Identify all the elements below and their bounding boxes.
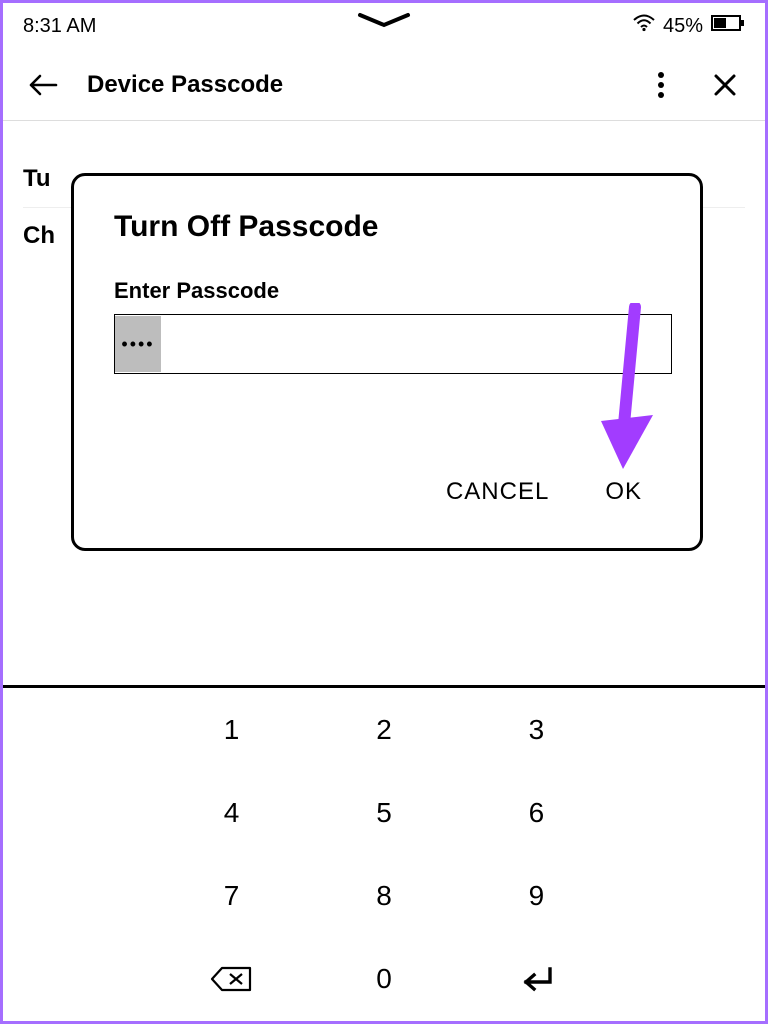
close-button[interactable] [707, 67, 743, 103]
cancel-button[interactable]: CANCEL [446, 478, 549, 506]
header-actions [643, 67, 743, 103]
ok-button[interactable]: OK [605, 478, 642, 506]
key-blank [613, 771, 765, 854]
passcode-input[interactable]: •••• [114, 314, 672, 374]
key-blank [3, 938, 155, 1021]
key-backspace[interactable] [155, 938, 307, 1021]
key-0[interactable]: 0 [308, 938, 460, 1021]
battery-pct: 45% [663, 15, 703, 38]
header-bar: Device Passcode [3, 49, 765, 121]
clock: 8:31 AM [23, 15, 96, 38]
passcode-label: Enter Passcode [114, 278, 660, 304]
key-8[interactable]: 8 [308, 855, 460, 938]
key-blank [613, 855, 765, 938]
key-4[interactable]: 4 [155, 771, 307, 854]
key-blank [613, 688, 765, 771]
key-blank [613, 938, 765, 1021]
status-right: 45% [633, 14, 745, 38]
wifi-icon [633, 14, 655, 38]
battery-icon [711, 14, 745, 38]
key-blank [3, 855, 155, 938]
key-enter[interactable] [460, 938, 612, 1021]
page-title: Device Passcode [87, 71, 643, 99]
key-blank [3, 771, 155, 854]
device-frame: 8:31 AM 45% Device Passcode Tu Ch [0, 0, 768, 1024]
enter-icon [516, 965, 556, 993]
key-2[interactable]: 2 [308, 688, 460, 771]
dialog-actions: CANCEL OK [446, 478, 642, 506]
key-blank [3, 688, 155, 771]
key-1[interactable]: 1 [155, 688, 307, 771]
key-7[interactable]: 7 [155, 855, 307, 938]
key-6[interactable]: 6 [460, 771, 612, 854]
dialog-title: Turn Off Passcode [114, 210, 660, 244]
passcode-value: •••• [115, 316, 161, 372]
key-9[interactable]: 9 [460, 855, 612, 938]
backspace-icon [210, 965, 254, 993]
more-menu-button[interactable] [643, 67, 679, 103]
numeric-keypad: 1 2 3 4 5 6 7 8 9 0 [3, 685, 765, 1021]
back-button[interactable] [25, 67, 61, 103]
pull-handle-icon[interactable] [356, 11, 412, 34]
key-5[interactable]: 5 [308, 771, 460, 854]
turn-off-passcode-dialog: Turn Off Passcode Enter Passcode •••• CA… [71, 173, 703, 551]
key-3[interactable]: 3 [460, 688, 612, 771]
